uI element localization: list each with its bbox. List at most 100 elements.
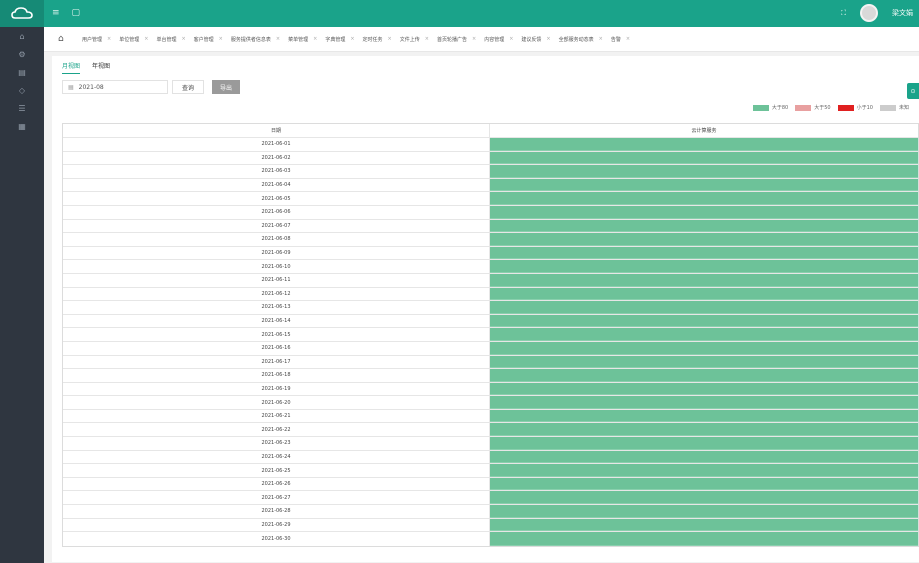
tab-label: 用户管理 — [82, 36, 103, 43]
tab-item[interactable]: 单台管理 × — [156, 36, 185, 43]
status-cell[interactable] — [490, 151, 918, 165]
tab-month-view[interactable]: 月视图 — [62, 61, 81, 74]
status-cell[interactable] — [490, 491, 918, 505]
tab-item[interactable]: 文件上传 × — [400, 36, 429, 43]
status-cell[interactable] — [490, 532, 918, 546]
sidebar-item-list[interactable]: ☰ — [0, 99, 44, 117]
status-cell[interactable] — [490, 328, 918, 341]
fullscreen-icon[interactable]: ⛶ — [841, 9, 846, 18]
tab-item[interactable]: 单位管理 × — [119, 36, 148, 43]
legend-label: 大于80 — [771, 105, 789, 111]
close-icon[interactable]: × — [509, 36, 513, 42]
header-date: 日期 — [63, 124, 490, 137]
export-button[interactable]: 导出 — [212, 80, 240, 94]
status-cell[interactable] — [490, 423, 918, 437]
tab-item[interactable]: 建议反馈 × — [521, 36, 550, 43]
user-name[interactable]: 梁文娟 — [892, 8, 913, 18]
tab-item[interactable]: 用户管理 × — [82, 36, 111, 43]
tab-year-view[interactable]: 年视图 — [92, 61, 110, 74]
tab-label: 客户管理 — [193, 36, 214, 43]
status-cell[interactable] — [490, 409, 918, 423]
status-cell[interactable] — [490, 219, 918, 233]
tab-item[interactable]: 菜单管理 × — [288, 36, 317, 43]
status-cell[interactable] — [490, 396, 918, 409]
date-cell: 2021-06-08 — [63, 233, 490, 246]
tab-label: 文件上传 — [399, 36, 420, 43]
status-cell[interactable] — [490, 314, 918, 328]
sidebar-item-chart[interactable]: ▦ — [0, 117, 44, 135]
sidebar-item-home[interactable]: ⌂ — [0, 27, 44, 45]
table-row: 2021-06-28 — [63, 505, 918, 519]
date-cell: 2021-06-19 — [63, 382, 490, 396]
home-tab-icon[interactable]: ⌂ — [58, 34, 70, 44]
month-value: 2021-08 — [78, 83, 104, 91]
close-icon[interactable]: × — [219, 36, 223, 42]
tab-item[interactable]: 告警 × — [611, 36, 630, 43]
avatar[interactable] — [860, 4, 878, 22]
query-button[interactable]: 查询 — [172, 80, 204, 94]
status-cell[interactable] — [490, 437, 918, 450]
side-tool-button[interactable]: ⊙ — [907, 83, 919, 99]
table-row: 2021-06-18 — [63, 369, 918, 383]
view-tabs: 月视图 年视图 — [62, 61, 110, 74]
status-cell[interactable] — [490, 341, 918, 355]
status-cell[interactable] — [490, 138, 918, 151]
close-icon[interactable]: × — [181, 36, 185, 42]
status-cell[interactable] — [490, 464, 918, 477]
status-cell[interactable] — [490, 355, 918, 369]
close-icon[interactable]: × — [276, 36, 280, 42]
table-row: 2021-06-14 — [63, 314, 918, 329]
date-cell: 2021-06-09 — [63, 246, 490, 260]
status-cell[interactable] — [490, 505, 918, 518]
close-icon[interactable]: × — [472, 36, 476, 42]
window-icon[interactable]: ▢ — [72, 8, 81, 18]
status-cell[interactable] — [490, 382, 918, 396]
status-cell[interactable] — [490, 273, 918, 287]
tab-item[interactable]: 首页轮播广告 × — [437, 36, 476, 43]
status-cell[interactable] — [490, 260, 918, 273]
close-icon[interactable]: × — [599, 36, 603, 42]
tab-item[interactable]: 客户管理 × — [194, 36, 223, 43]
close-icon[interactable]: × — [388, 36, 392, 42]
table-body: 2021-06-01 2021-06-02 2021-06-03 2021-06-04… — [63, 138, 918, 546]
status-cell[interactable] — [490, 301, 918, 314]
table-row: 2021-06-13 — [63, 301, 918, 315]
tab-item[interactable]: 内容管理 × — [484, 36, 513, 43]
sidebar-item-layers[interactable]: ◇ — [0, 81, 44, 99]
status-cell[interactable] — [490, 178, 918, 192]
tab-item[interactable]: 服务提供者信息表 × — [231, 36, 280, 43]
status-cell[interactable] — [490, 287, 918, 301]
tab-item[interactable]: 全部服务动态表 × — [559, 36, 603, 43]
date-cell: 2021-06-03 — [63, 165, 490, 178]
sidebar-item-settings[interactable]: ⚙ — [0, 45, 44, 63]
status-cell[interactable] — [490, 192, 918, 205]
date-cell: 2021-06-01 — [63, 138, 490, 151]
table-row: 2021-06-03 — [63, 165, 918, 179]
close-icon[interactable]: × — [144, 36, 148, 42]
month-picker[interactable]: ▦ 2021-08 — [62, 80, 168, 94]
status-cell[interactable] — [490, 233, 918, 246]
close-icon[interactable]: × — [546, 36, 550, 42]
app-logo[interactable] — [0, 0, 44, 27]
tab-label: 全部服务动态表 — [558, 36, 594, 43]
status-cell[interactable] — [490, 165, 918, 178]
close-icon[interactable]: × — [350, 36, 354, 42]
status-cell[interactable] — [490, 477, 918, 491]
tab-item[interactable]: 定时任务 × — [363, 36, 392, 43]
close-icon[interactable]: × — [626, 36, 630, 42]
close-icon[interactable]: × — [425, 36, 429, 42]
chart-icon: ▦ — [18, 121, 26, 131]
tab-label: 内容管理 — [484, 36, 505, 43]
status-cell[interactable] — [490, 246, 918, 260]
status-cell[interactable] — [490, 518, 918, 532]
close-icon[interactable]: × — [313, 36, 317, 42]
menu-icon[interactable]: ≡ — [52, 8, 60, 18]
status-cell[interactable] — [490, 450, 918, 464]
date-cell: 2021-06-29 — [63, 518, 490, 532]
table-row: 2021-06-04 — [63, 178, 918, 193]
status-cell[interactable] — [490, 205, 918, 219]
sidebar-item-grid[interactable]: ▤ — [0, 63, 44, 81]
status-cell[interactable] — [490, 369, 918, 382]
tab-item[interactable]: 字典管理 × — [325, 36, 354, 43]
close-icon[interactable]: × — [107, 36, 111, 42]
